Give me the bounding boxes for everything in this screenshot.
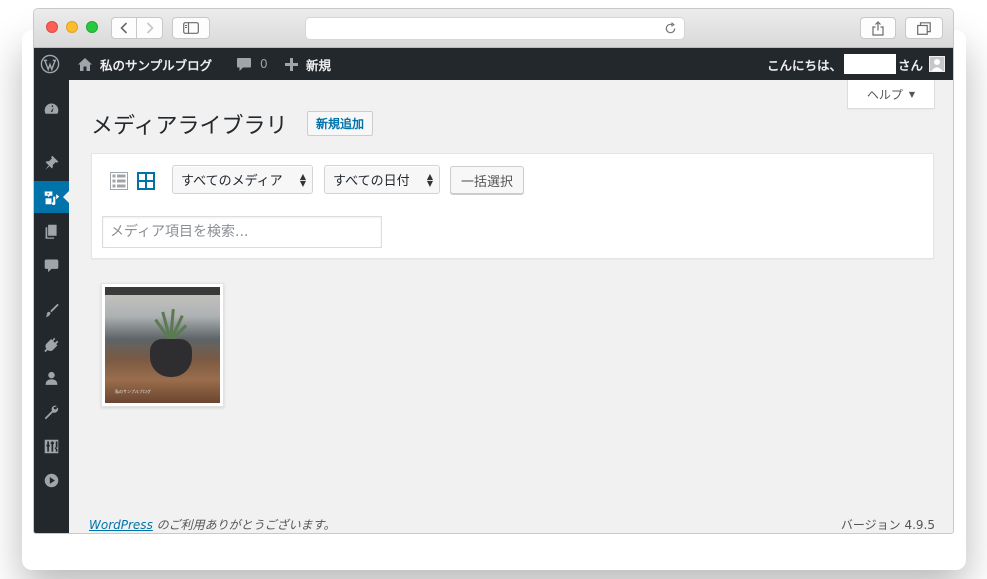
footer-version: バージョン 4.9.5 xyxy=(840,518,935,532)
comments-link[interactable]: 0 xyxy=(236,48,268,80)
zoom-window-button[interactable] xyxy=(86,21,98,33)
greeting-suffix: さん xyxy=(897,57,923,73)
attachment-thumbnail: 私のサンプルブログ xyxy=(105,287,220,403)
sliders-icon xyxy=(44,439,59,453)
footer-thanks-text: のご利用ありがとうございます。 xyxy=(152,518,336,532)
menu-users[interactable] xyxy=(34,362,69,394)
sidebar-toggle-button[interactable] xyxy=(172,17,210,39)
media-search-input[interactable] xyxy=(102,216,382,248)
wordpress-logo-icon xyxy=(40,54,60,74)
pages-icon xyxy=(45,224,57,239)
browser-window: 私のサンプルブログ 0 新規 こんにちは、 さん ヘルプ ▼ メディアライブラリ… xyxy=(33,8,954,534)
new-content-menu[interactable]: 新規 xyxy=(285,48,331,80)
wrench-icon xyxy=(45,405,59,419)
menu-comments[interactable] xyxy=(34,249,69,281)
thumbnail-caption: 私のサンプルブログ xyxy=(115,389,151,394)
wordpress-link[interactable]: WordPress xyxy=(89,518,153,532)
media-icon xyxy=(44,191,60,205)
back-button[interactable] xyxy=(111,17,137,39)
menu-tools[interactable] xyxy=(34,396,69,428)
wp-admin-bar: 私のサンプルブログ 0 新規 こんにちは、 さん xyxy=(34,48,953,80)
paintbrush-icon xyxy=(45,303,59,317)
tabs-icon xyxy=(917,21,931,35)
new-label: 新規 xyxy=(306,57,332,73)
grid-view-icon[interactable] xyxy=(137,172,155,190)
chevron-left-icon xyxy=(120,22,128,34)
my-account-menu[interactable]: こんにちは、 さん xyxy=(767,48,945,80)
avatar xyxy=(929,56,945,72)
share-icon xyxy=(872,20,884,36)
share-button[interactable] xyxy=(860,17,896,39)
page-title: メディアライブラリ xyxy=(91,114,288,139)
admin-sidebar-menu xyxy=(34,80,69,533)
menu-plugins[interactable] xyxy=(34,328,69,360)
comments-count: 0 xyxy=(260,57,268,71)
help-label: ヘルプ xyxy=(866,87,903,102)
select-arrows-icon: ▲ ▼ xyxy=(299,172,306,188)
comment-bubble-icon xyxy=(237,57,251,71)
menu-collapse[interactable] xyxy=(34,464,69,496)
caret-down-icon: ▼ xyxy=(908,89,916,99)
thumbnail-header-strip xyxy=(105,287,220,295)
menu-posts[interactable] xyxy=(34,146,69,178)
browser-titlebar xyxy=(34,9,953,48)
address-bar[interactable] xyxy=(305,17,685,40)
menu-settings[interactable] xyxy=(34,430,69,462)
media-type-filter-value: すべてのメディア xyxy=(181,174,283,189)
select-arrows-icon: ▲ ▼ xyxy=(426,172,433,188)
menu-media[interactable] xyxy=(34,181,69,213)
plant-pot xyxy=(150,339,192,377)
pushpin-icon xyxy=(45,155,59,170)
username-redacted xyxy=(843,54,896,74)
main-content: ヘルプ ▼ メディアライブラリ 新規追加 すべてのメディア ▲ ▼ すべての日付 … xyxy=(69,80,953,533)
bulk-select-button[interactable]: 一括選択 xyxy=(450,166,524,194)
footer-thankyou: WordPress のご利用ありがとうございます。 xyxy=(89,516,335,533)
forward-button[interactable] xyxy=(137,17,163,39)
plus-icon xyxy=(285,57,298,71)
close-window-button[interactable] xyxy=(46,21,58,33)
user-silhouette-icon xyxy=(931,59,943,71)
dashboard-gauge-icon xyxy=(44,103,59,114)
media-attachment[interactable]: 私のサンプルブログ xyxy=(101,283,224,407)
show-tabs-button[interactable] xyxy=(905,17,943,39)
menu-dashboard[interactable] xyxy=(34,93,69,125)
date-filter[interactable]: すべての日付 ▲ ▼ xyxy=(324,165,440,194)
minimize-window-button[interactable] xyxy=(66,21,78,33)
media-toolbar: すべてのメディア ▲ ▼ すべての日付 ▲ ▼ 一括選択 xyxy=(91,153,934,259)
help-tab-button[interactable]: ヘルプ ▼ xyxy=(847,80,935,109)
wp-logo-menu[interactable] xyxy=(40,48,62,80)
play-circle-icon xyxy=(44,473,59,487)
user-icon xyxy=(45,371,58,385)
chevron-right-icon xyxy=(146,22,154,34)
site-name-link[interactable]: 私のサンプルブログ xyxy=(77,48,212,80)
home-icon xyxy=(78,57,92,71)
greeting-prefix: こんにちは、 xyxy=(766,57,842,73)
menu-pages[interactable] xyxy=(34,215,69,247)
menu-appearance[interactable] xyxy=(34,294,69,326)
date-filter-value: すべての日付 xyxy=(333,174,410,189)
comment-bubble-icon xyxy=(44,259,59,272)
reload-icon[interactable] xyxy=(664,22,677,35)
site-name: 私のサンプルブログ xyxy=(100,57,213,73)
list-view-icon[interactable] xyxy=(110,172,128,190)
sidebar-icon xyxy=(183,22,199,34)
media-type-filter[interactable]: すべてのメディア ▲ ▼ xyxy=(172,165,313,194)
add-new-button[interactable]: 新規追加 xyxy=(307,111,374,136)
plug-icon xyxy=(44,337,59,352)
